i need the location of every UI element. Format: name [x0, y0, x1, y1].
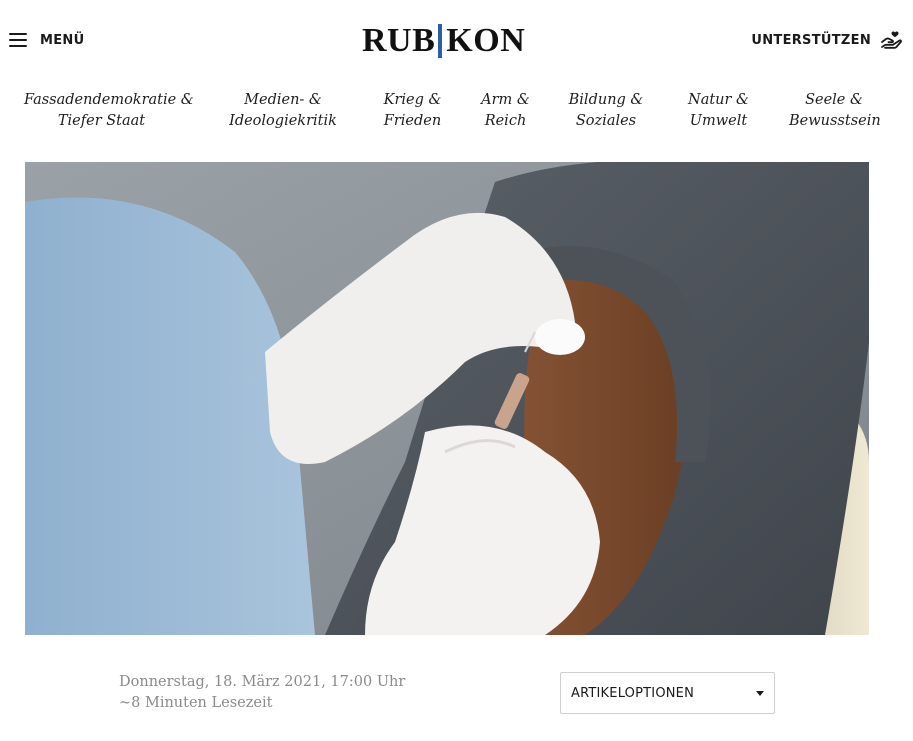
support-button[interactable]: UNTERSTÜTZEN: [751, 28, 903, 52]
reading-time: ~8 Minuten Lesezeit: [119, 695, 273, 711]
caret-down-icon: [756, 691, 764, 696]
article-options-dropdown[interactable]: ARTIKELOPTIONEN: [560, 672, 775, 714]
category-label-line2: Ideologiekritik: [229, 113, 337, 129]
category-label-line1: Natur &: [688, 92, 749, 108]
hamburger-icon: [9, 33, 27, 47]
article-meta: Donnerstag, 18. März 2021, 17:00 Uhr ~8 …: [119, 672, 405, 714]
article-options-label: ARTIKELOPTIONEN: [571, 685, 695, 701]
category-fassadendemokratie[interactable]: Fassadendemokratie & Tiefer Staat: [24, 90, 194, 132]
vaccination-photo: [25, 162, 869, 635]
category-label-line2: Soziales: [575, 113, 637, 129]
logo-text-left: RUB: [362, 22, 436, 59]
category-label-line1: Bildung &: [568, 92, 644, 108]
category-label-line2: Reich: [484, 113, 527, 129]
logo-text-right: KON: [446, 22, 526, 59]
category-arm[interactable]: Arm & Reich: [478, 90, 533, 132]
category-label-line2: Bewusstsein: [789, 113, 881, 129]
menu-label: MENÜ: [40, 32, 85, 48]
category-nav: Fassadendemokratie & Tiefer Staat Medien…: [0, 90, 913, 140]
category-label-line1: Krieg &: [383, 92, 442, 108]
category-label-line2: Umwelt: [689, 113, 748, 129]
category-label-line1: Medien- &: [244, 92, 322, 108]
category-medien[interactable]: Medien- & Ideologiekritik: [229, 90, 337, 132]
category-label-line1: Arm &: [481, 92, 530, 108]
menu-button[interactable]: MENÜ: [9, 28, 84, 52]
hand-with-heart-icon: [881, 31, 902, 49]
site-logo[interactable]: RUB KON: [362, 22, 525, 60]
category-label-line1: Seele &: [805, 92, 863, 108]
hero-image: [25, 162, 869, 635]
category-seele[interactable]: Seele & Bewusstsein: [789, 90, 881, 132]
category-krieg[interactable]: Krieg & Frieden: [381, 90, 444, 132]
logo-accent-bar: [438, 24, 443, 58]
category-natur[interactable]: Natur & Umwelt: [686, 90, 751, 132]
category-label-line1: Fassadendemokratie &: [24, 92, 194, 108]
site-header: MENÜ RUB KON UNTERSTÜTZEN: [0, 0, 913, 80]
category-bildung[interactable]: Bildung & Soziales: [567, 90, 645, 132]
article-date: Donnerstag, 18. März 2021, 17:00 Uhr: [119, 674, 406, 690]
category-label-line2: Tiefer Staat: [57, 113, 146, 129]
support-label: UNTERSTÜTZEN: [751, 32, 871, 48]
category-label-line2: Frieden: [383, 113, 442, 129]
